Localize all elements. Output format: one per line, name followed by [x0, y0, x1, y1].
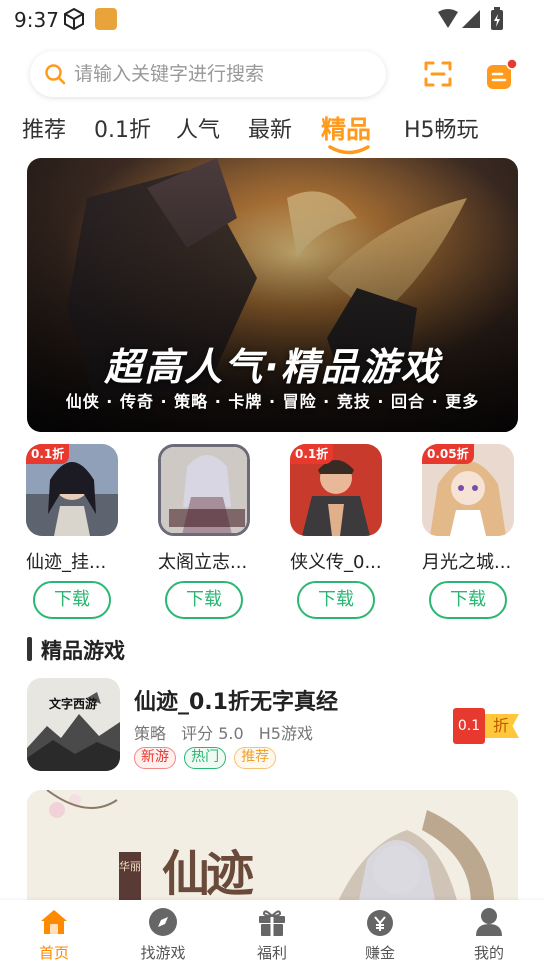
user-icon: [476, 908, 502, 936]
tab-recommend[interactable]: 推荐: [22, 112, 66, 144]
game-carousel: 0.1折 仙迹_挂... 下载 太阁立志... 下载 0.1折 侠义传_0...…: [0, 444, 544, 624]
message-icon[interactable]: [484, 58, 518, 92]
download-button[interactable]: 下载: [429, 581, 507, 619]
scan-icon[interactable]: [422, 58, 454, 90]
discount-label: 折: [483, 714, 519, 738]
nav-profile[interactable]: 我的: [449, 906, 529, 963]
search-icon: [45, 64, 66, 85]
battery-icon: [491, 7, 503, 30]
game-icon[interactable]: 0.05折: [422, 444, 514, 536]
section-marker: [27, 637, 32, 661]
game-tags: 新游 热门 推荐: [134, 746, 279, 769]
tab-active-indicator: [328, 145, 370, 155]
status-time: 9:37: [14, 8, 59, 32]
banner2-title: 仙迹: [162, 846, 254, 902]
game-name: 月光之城...: [422, 552, 512, 573]
search-input[interactable]: [74, 51, 374, 97]
game-icon[interactable]: [158, 444, 250, 536]
discount-badge: 0.1折: [26, 444, 70, 464]
compass-icon: [149, 908, 177, 936]
nav-find-games-label: 找游戏: [140, 944, 186, 962]
discount-value: 0.1: [453, 708, 485, 744]
tab-newest[interactable]: 最新: [248, 112, 292, 144]
download-button[interactable]: 下载: [165, 581, 243, 619]
discount-badge: 0.1折: [290, 444, 334, 464]
money-bag-icon: [367, 910, 393, 936]
tag-hot: 热门: [184, 747, 227, 769]
nav-benefits[interactable]: 福利: [232, 906, 312, 963]
wifi-signal-icon: [438, 9, 480, 28]
nav-benefits-label: 福利: [256, 944, 287, 962]
nav-home[interactable]: 首页: [14, 906, 94, 963]
game-category: 策略: [134, 724, 167, 743]
home-icon: [41, 910, 67, 934]
tab-popular[interactable]: 人气: [176, 112, 220, 144]
cube-icon: [64, 7, 84, 31]
game-list-item[interactable]: 文字西游 仙迹_0.1折无字真经 策略 评分 5.0 H5游戏 新游 热门 推荐…: [27, 678, 519, 774]
game-rating: 评分 5.0: [181, 724, 244, 743]
game-name: 侠义传_0...: [290, 552, 382, 573]
download-button[interactable]: 下载: [33, 581, 111, 619]
game-icon[interactable]: 0.1折: [26, 444, 118, 536]
game-icon-title: 文字西游: [49, 696, 97, 711]
discount-badge: 折 0.1: [453, 704, 519, 744]
promo-banner[interactable]: 超高人气·精品游戏 仙侠 · 传奇 · 策略 · 卡牌 · 冒险 · 竞技 · …: [27, 158, 518, 432]
game-title: 仙迹_0.1折无字真经: [134, 690, 338, 715]
game-meta: 策略 评分 5.0 H5游戏: [134, 720, 323, 744]
tag-new: 新游: [134, 747, 176, 769]
download-button[interactable]: 下载: [297, 581, 375, 619]
game-icon[interactable]: 文字西游: [27, 678, 120, 771]
gift-icon: [259, 910, 285, 936]
game-name: 仙迹_挂...: [26, 552, 107, 573]
nav-earn-label: 赚金: [364, 944, 395, 962]
discount-badge: 0.05折: [422, 444, 474, 464]
nav-find-games[interactable]: 找游戏: [123, 906, 203, 963]
tab-h5[interactable]: H5畅玩: [404, 112, 479, 144]
tab-premium[interactable]: 精品: [321, 110, 371, 146]
nav-earn[interactable]: 赚金: [340, 906, 420, 963]
game-type: H5游戏: [258, 724, 313, 743]
status-bar: 9:37: [0, 0, 544, 40]
banner2-side-label: 华丽: [119, 859, 141, 873]
category-tabs: 推荐 0.1折 人气 最新 精品 H5畅玩: [0, 108, 544, 155]
bottom-nav: 首页 找游戏 福利 赚金 我的: [0, 900, 544, 967]
banner-title: 超高人气·精品游戏: [104, 345, 441, 389]
nav-profile-label: 我的: [473, 944, 504, 962]
game-name: 太阁立志...: [158, 552, 248, 573]
tag-recommend: 推荐: [234, 747, 277, 769]
game-icon[interactable]: 0.1折: [290, 444, 382, 536]
tab-discount[interactable]: 0.1折: [94, 112, 151, 144]
notification-app-icon: [95, 8, 117, 30]
nav-home-label: 首页: [38, 944, 69, 962]
section-title: 精品游戏: [41, 639, 125, 663]
search-box[interactable]: [30, 51, 386, 97]
banner-subtitle: 仙侠 · 传奇 · 策略 · 卡牌 · 冒险 · 竞技 · 回合 · 更多: [65, 392, 480, 411]
